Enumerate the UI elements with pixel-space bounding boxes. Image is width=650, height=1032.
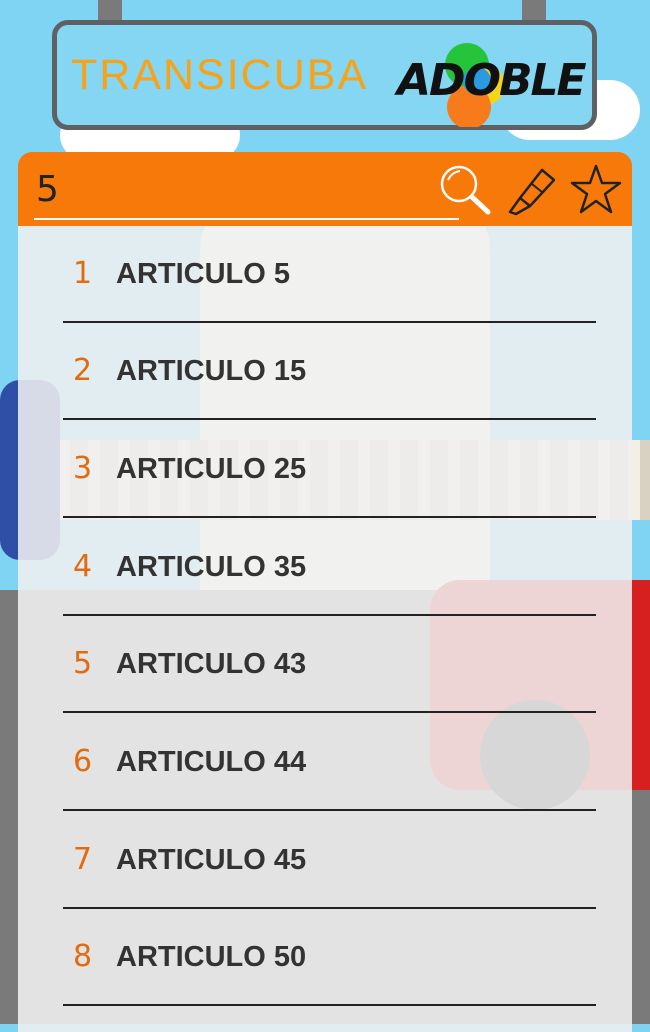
divider <box>63 418 596 420</box>
item-number: 2 <box>73 353 93 388</box>
search-input[interactable] <box>34 164 461 214</box>
search-panel: 1 ARTICULO 5 2 ARTICULO 15 3 ARTICULO 25… <box>18 152 632 1032</box>
item-number: 8 <box>73 939 93 974</box>
divider <box>63 711 596 713</box>
item-number: 4 <box>73 549 93 584</box>
divider <box>63 516 596 518</box>
item-number: 6 <box>73 744 93 779</box>
item-label: ARTICULO 5 <box>116 258 290 290</box>
list-item[interactable]: 8 ARTICULO 50 <box>63 909 596 1006</box>
street-pole <box>0 590 18 1024</box>
list-item[interactable]: 6 ARTICULO 44 <box>63 714 596 811</box>
divider <box>63 1004 596 1006</box>
item-label: ARTICULO 45 <box>116 844 307 876</box>
item-number: 1 <box>73 256 93 291</box>
item-number: 3 <box>73 451 93 486</box>
item-number: 7 <box>73 842 93 877</box>
favorites-button[interactable] <box>568 162 624 218</box>
search-icon <box>440 165 491 215</box>
adoble-logo: ADOBLE <box>397 37 587 129</box>
list-item[interactable]: 1 ARTICULO 5 <box>63 226 596 323</box>
list-item[interactable]: 5 ARTICULO 43 <box>63 616 596 713</box>
list-item[interactable]: 7 ARTICULO 45 <box>63 812 596 909</box>
search-bar <box>18 152 632 226</box>
list-item[interactable]: 4 ARTICULO 35 <box>63 519 596 616</box>
list-item[interactable]: 2 ARTICULO 15 <box>63 323 596 420</box>
highlighter-icon <box>508 168 556 216</box>
highlight-button[interactable] <box>502 162 558 218</box>
header-sign: TRANSICUBA ADOBLE <box>52 20 597 130</box>
item-label: ARTICULO 44 <box>116 746 307 778</box>
results-list: 1 ARTICULO 5 2 ARTICULO 15 3 ARTICULO 25… <box>18 226 632 1032</box>
app-title: TRANSICUBA <box>71 51 369 99</box>
star-icon <box>570 164 622 214</box>
item-label: ARTICULO 25 <box>116 453 307 485</box>
list-item[interactable]: 3 ARTICULO 25 <box>63 421 596 518</box>
item-number: 5 <box>73 646 93 681</box>
item-label: ARTICULO 15 <box>116 355 307 387</box>
item-label: ARTICULO 35 <box>116 551 307 583</box>
divider <box>63 809 596 811</box>
search-underline <box>34 218 459 220</box>
item-label: ARTICULO 50 <box>116 941 307 973</box>
item-label: ARTICULO 43 <box>116 648 307 680</box>
search-button[interactable] <box>436 162 492 218</box>
logo-text: ADOBLE <box>397 55 587 106</box>
